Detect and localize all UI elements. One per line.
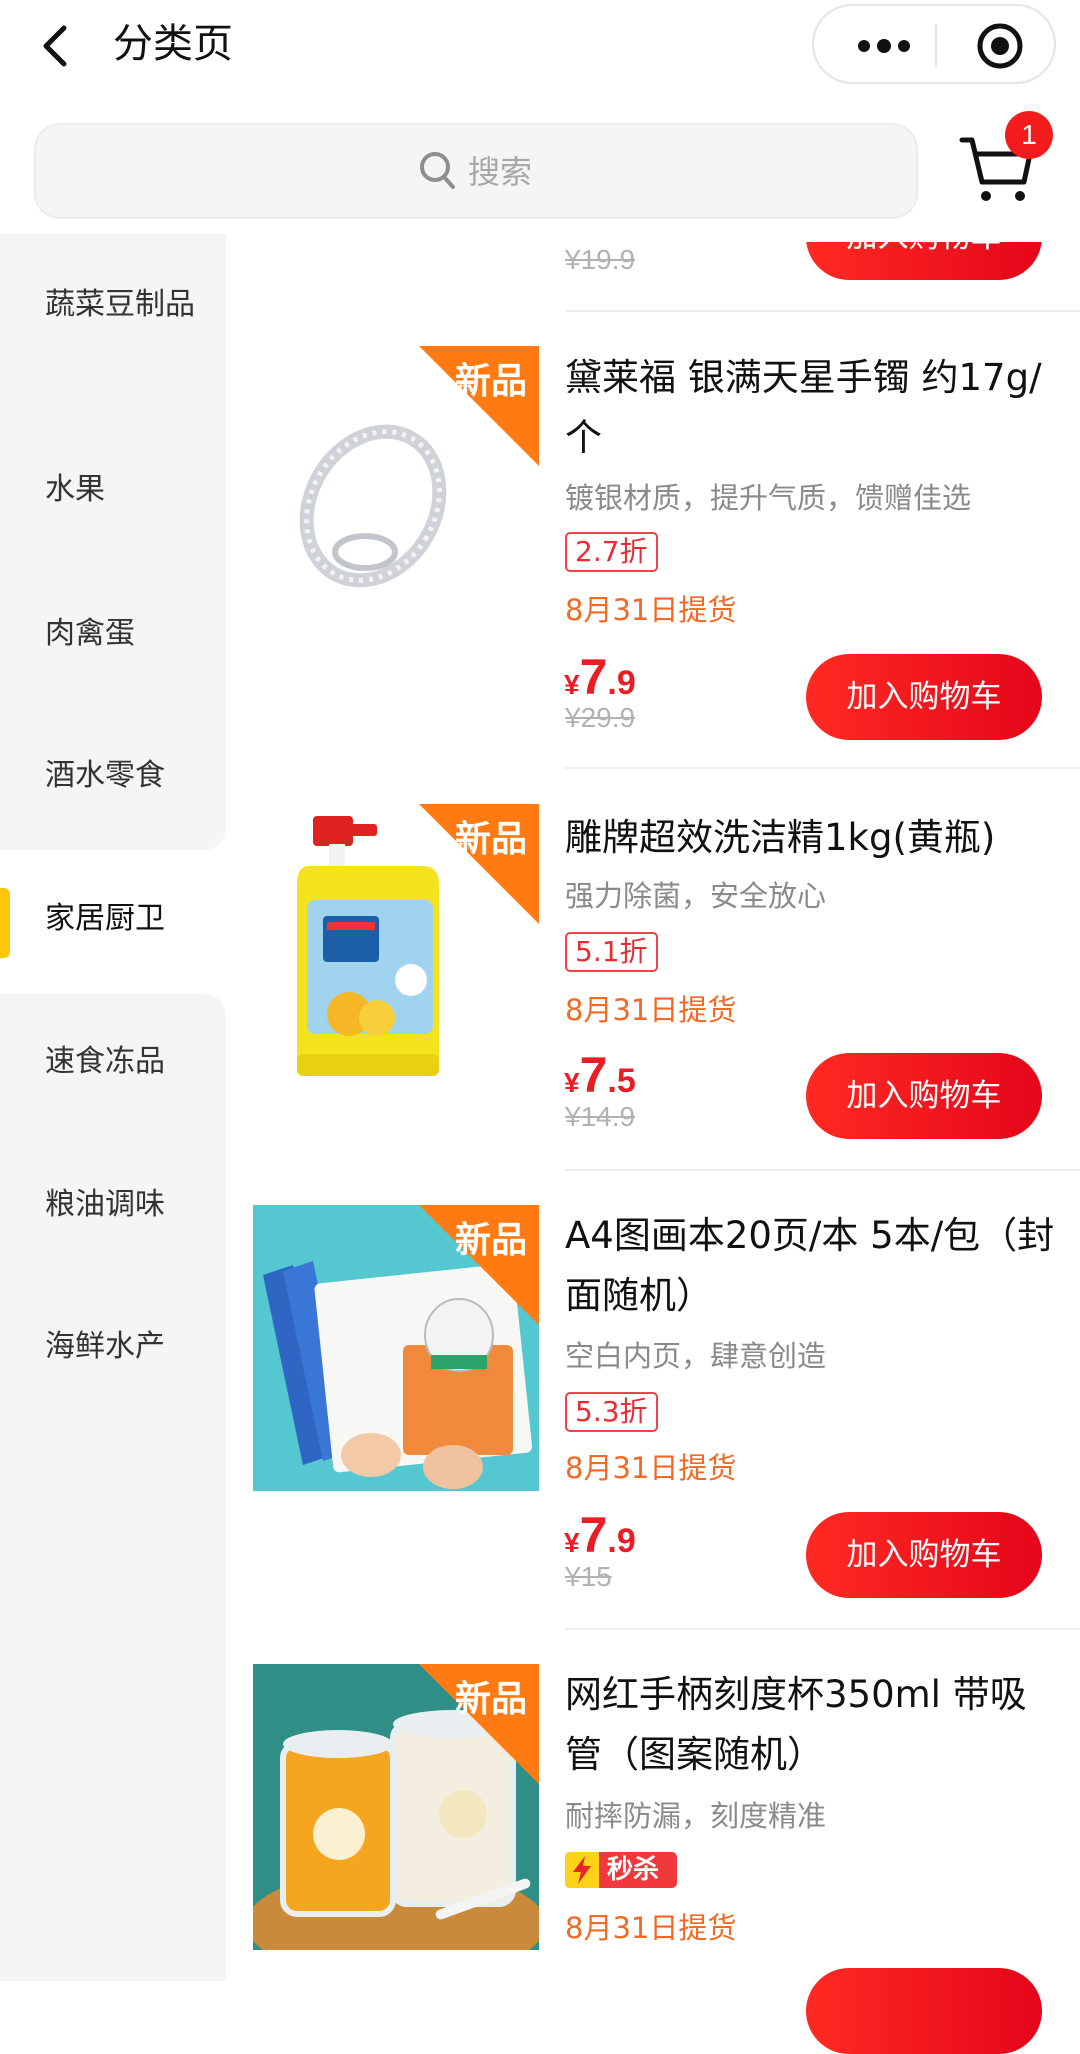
sidebar-item-grain-oil[interactable]: 粮油调味	[45, 1178, 195, 1232]
product-image-bangle[interactable]: 新品	[253, 346, 539, 632]
product-name[interactable]: 黛莱福 银满天星手镯 约17g/个	[565, 348, 1055, 468]
product-image-measuring-cups[interactable]: 新品	[253, 1664, 539, 1950]
product-name[interactable]: 雕牌超效洗洁精1kg(黄瓶)	[565, 808, 1055, 868]
product-divider	[565, 1628, 1080, 1630]
add-to-cart-button[interactable]: 加入购物车	[806, 654, 1042, 740]
product-subtitle: 空白内页，肆意创造	[565, 1339, 827, 1373]
pickup-date: 8月31日提货	[565, 1911, 737, 1945]
product-subtitle: 耐摔防漏，刻度精准	[565, 1799, 827, 1833]
partial-original-price: ¥19.9	[565, 244, 636, 275]
original-price: ¥29.9	[565, 702, 636, 733]
sidebar-item-drinks-snacks[interactable]: 酒水零食	[45, 749, 195, 803]
search-icon	[418, 150, 458, 192]
original-price: ¥14.9	[565, 1101, 636, 1132]
product-image-drawing-book[interactable]: 新品	[253, 1205, 539, 1491]
product-name[interactable]: 网红手柄刻度杯350ml 带吸管（图案随机）	[565, 1665, 1055, 1785]
product-name[interactable]: A4图画本20页/本 5本/包（封面随机）	[565, 1206, 1055, 1326]
pickup-date: 8月31日提货	[565, 993, 737, 1027]
discount-badge: 5.1折	[565, 932, 658, 972]
product-divider	[565, 767, 1080, 769]
sidebar-bg-lower	[0, 994, 226, 1981]
capsule-divider	[935, 24, 937, 68]
active-category-marker	[0, 888, 10, 958]
product-subtitle: 镀银材质，提升气质，馈赠佳选	[565, 481, 972, 515]
more-dots-icon[interactable]	[852, 26, 916, 66]
add-to-cart-button[interactable]: 加入购物车	[806, 1053, 1042, 1139]
new-product-tag: 新品	[419, 1205, 539, 1325]
new-product-tag: 新品	[419, 346, 539, 466]
cart-count-badge: 1	[1005, 111, 1053, 159]
sidebar-item-vegetables[interactable]: 蔬菜豆制品	[45, 278, 195, 332]
discount-badge: 5.3折	[565, 1392, 658, 1432]
sidebar-item-frozen[interactable]: 速食冻品	[45, 1035, 195, 1089]
sale-price: ¥7.9	[564, 1507, 636, 1563]
discount-badge: 2.7折	[565, 532, 658, 572]
mini-program-capsule	[812, 4, 1056, 84]
new-product-tag: 新品	[419, 804, 539, 924]
product-image-dish-soap[interactable]: 新品	[253, 804, 539, 1090]
sidebar-item-meat-eggs[interactable]: 肉禽蛋	[45, 607, 195, 661]
new-product-tag: 新品	[419, 1664, 539, 1784]
back-arrow-icon[interactable]	[30, 14, 86, 74]
sale-price: ¥7.9	[564, 649, 636, 705]
page-title: 分类页	[113, 21, 233, 67]
top-nav-bar: 分类页	[0, 0, 1080, 110]
search-placeholder: 搜索	[468, 153, 533, 191]
original-price: ¥15	[565, 1561, 612, 1592]
flash-sale-badge: 秒杀	[565, 1852, 677, 1888]
product-divider	[565, 1169, 1080, 1171]
pickup-date: 8月31日提货	[565, 593, 737, 627]
add-to-cart-button[interactable]: 加入购物车	[806, 1512, 1042, 1598]
close-target-icon[interactable]	[974, 20, 1026, 72]
search-input[interactable]: 搜索	[34, 123, 918, 219]
product-subtitle: 强力除菌，安全放心	[565, 879, 827, 913]
lightning-icon	[565, 1852, 599, 1888]
sidebar-item-fruit[interactable]: 水果	[45, 463, 195, 517]
product-divider	[565, 310, 1080, 312]
pickup-date: 8月31日提货	[565, 1451, 737, 1485]
sale-price: ¥7.5	[564, 1047, 636, 1103]
sidebar-item-seafood[interactable]: 海鲜水产	[45, 1320, 195, 1374]
sidebar-item-home-kitchen[interactable]: 家居厨卫	[45, 892, 195, 946]
